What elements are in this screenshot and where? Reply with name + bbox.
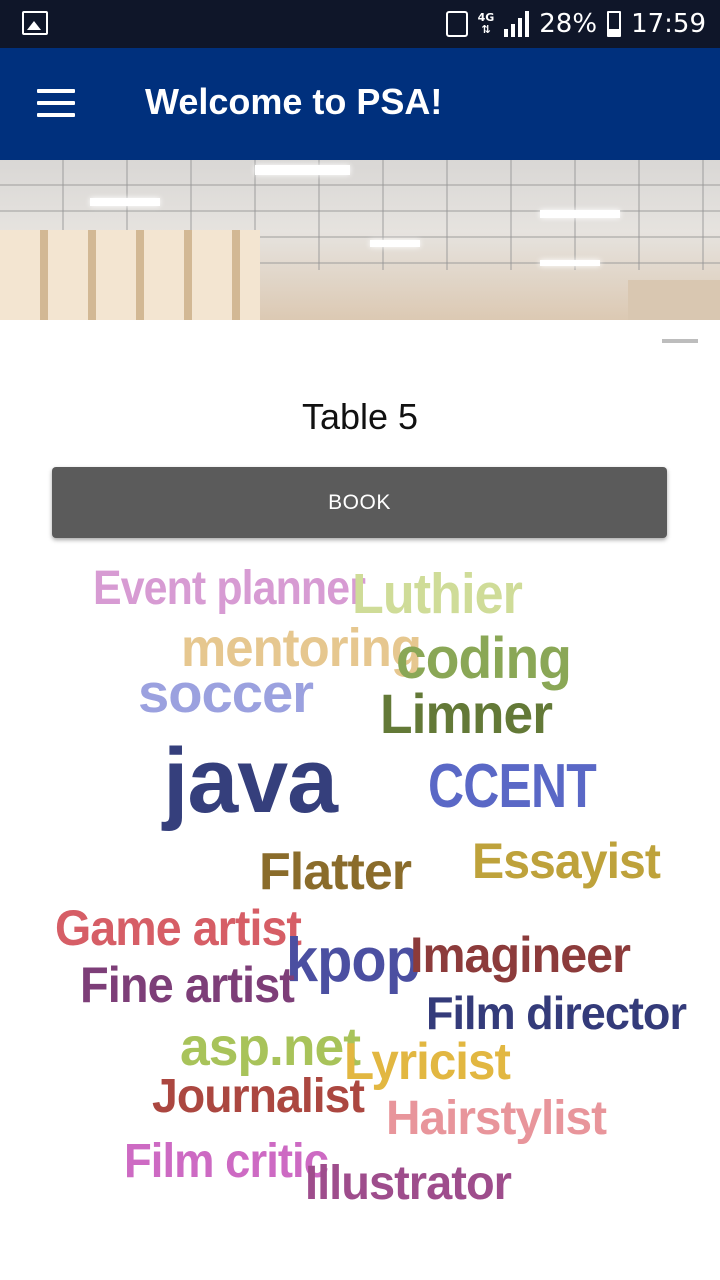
word-cloud-item: Film critic bbox=[124, 1135, 329, 1188]
network-4g-icon: 4G ⇅ bbox=[477, 11, 495, 36]
word-cloud-item: Event planner bbox=[93, 562, 366, 615]
word-cloud-item: Illustrator bbox=[305, 1157, 512, 1210]
word-cloud-item: kpop bbox=[286, 926, 421, 995]
word-cloud-item: Imagineer bbox=[410, 927, 631, 983]
drag-handle[interactable] bbox=[662, 339, 698, 343]
word-cloud-item: CCENT bbox=[428, 752, 597, 821]
battery-icon bbox=[607, 11, 622, 37]
word-cloud-item: Lyricist bbox=[344, 1033, 511, 1091]
word-cloud-item: Luthier bbox=[352, 562, 523, 626]
word-cloud-item: soccer bbox=[138, 662, 314, 724]
word-cloud-item: Fine artist bbox=[80, 957, 295, 1013]
word-cloud-item: Film director bbox=[426, 987, 687, 1039]
word-cloud-item: Essayist bbox=[472, 833, 661, 889]
word-cloud-item: Limner bbox=[380, 682, 553, 745]
status-icons: 4G ⇅ 28% 17:59 bbox=[445, 0, 706, 48]
status-bar: 4G ⇅ 28% 17:59 bbox=[0, 0, 720, 48]
clock: 17:59 bbox=[631, 9, 706, 39]
hamburger-menu-icon[interactable] bbox=[37, 89, 75, 119]
vibrate-icon bbox=[445, 11, 468, 37]
app-title: Welcome to PSA! bbox=[145, 81, 443, 122]
word-cloud-item: Journalist bbox=[152, 1070, 365, 1123]
word-cloud-item: coding bbox=[396, 626, 572, 691]
gallery-icon bbox=[22, 11, 48, 35]
hero-image bbox=[0, 160, 720, 320]
table-label: Table 5 bbox=[301, 396, 419, 437]
word-cloud-item: asp.net bbox=[180, 1017, 361, 1077]
word-cloud-item: java bbox=[163, 730, 338, 832]
signal-icon bbox=[504, 11, 530, 37]
word-cloud-item: Game artist bbox=[55, 900, 302, 956]
word-cloud-item: Flatter bbox=[259, 843, 412, 901]
battery-percent: 28% bbox=[539, 9, 598, 39]
book-button[interactable]: BOOK bbox=[52, 467, 667, 538]
word-cloud-item: Hairstylist bbox=[386, 1092, 607, 1145]
app-bar: Welcome to PSA! bbox=[0, 48, 720, 160]
